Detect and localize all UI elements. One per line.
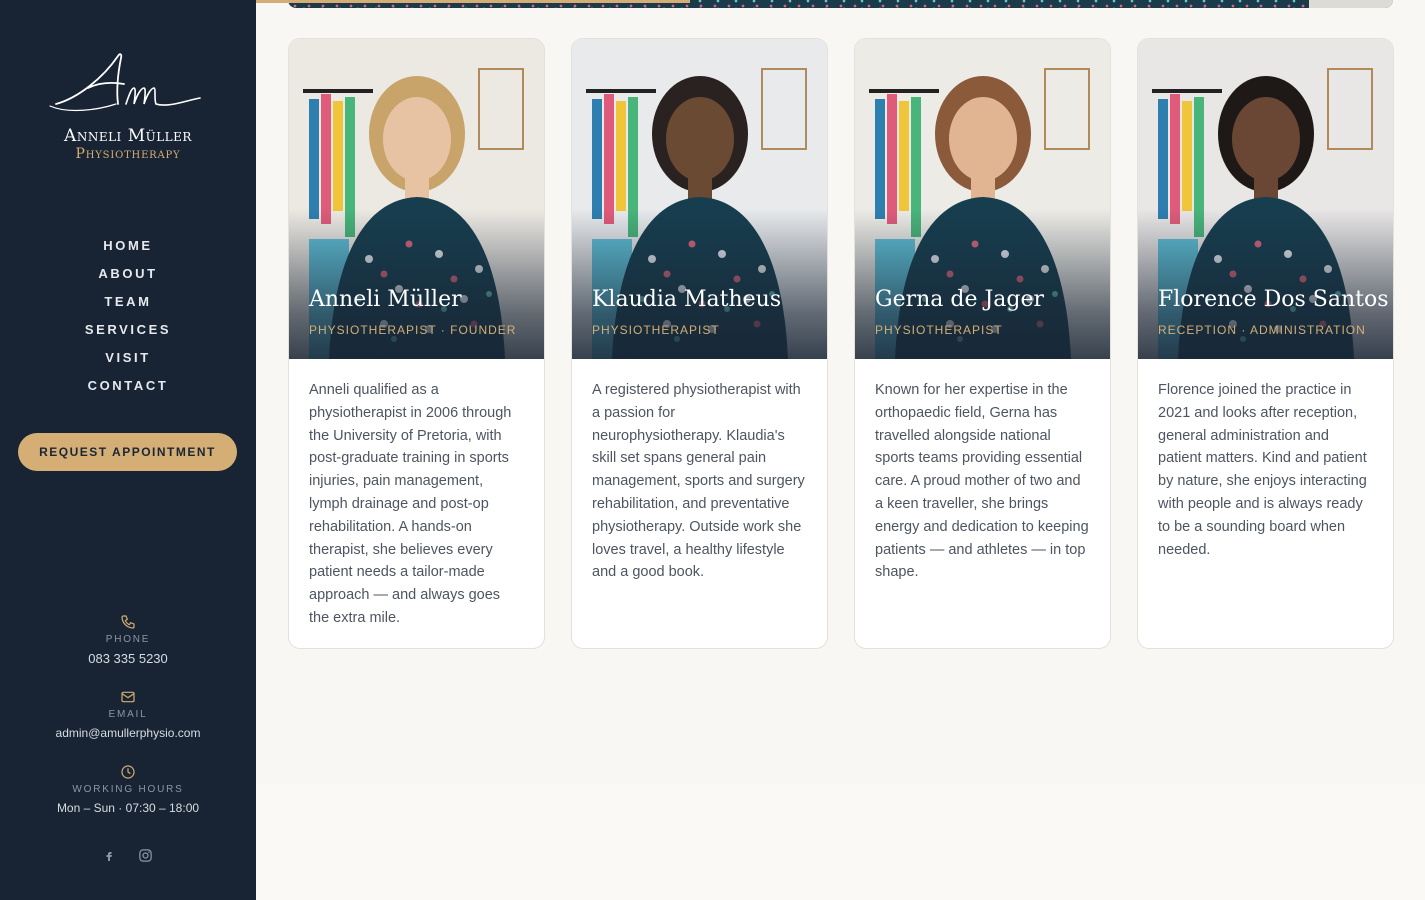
email-block: EMAIL admin@amullerphysio.com [0,689,256,740]
nav-team[interactable]: TEAM [0,292,256,320]
nav-about[interactable]: ABOUT [0,264,256,292]
email-address[interactable]: admin@amullerphysio.com [0,726,256,740]
team-card[interactable]: Florence Dos Santos RECEPTION · ADMINIST… [1137,38,1394,649]
member-name: Klaudia Matheus [592,287,782,312]
member-bio: Known for her expertise in the orthopaed… [875,382,1089,581]
clock-icon [121,765,135,779]
phone-number[interactable]: 083 335 5230 [0,651,256,666]
instagram-icon[interactable] [138,848,153,868]
hero-strip-end [1309,0,1393,8]
sidebar: Anneli Müller Physiotherapy HOME ABOUT T… [0,0,256,900]
member-name: Florence Dos Santos [1158,287,1389,312]
request-appointment-button[interactable]: REQUEST APPOINTMENT [18,433,237,471]
member-name: Gerna de Jager [875,287,1045,312]
team-photo: Florence Dos Santos RECEPTION · ADMINIST… [1138,39,1393,359]
member-bio: Anneli qualified as a physiotherapist in… [309,382,512,626]
hours-block: WORKING HOURS Mon – Sun · 07:30 – 18:00 [0,764,256,815]
social-links [0,848,256,868]
hours-value: Mon – Sun · 07:30 – 18:00 [56,801,200,815]
facebook-icon[interactable] [103,849,115,868]
member-role: RECEPTION · ADMINISTRATION [1158,323,1366,337]
brand-name: Anneli Müller [64,126,192,146]
member-name: Anneli Müller [309,287,462,312]
team-card[interactable]: Klaudia Matheus PHYSIOTHERAPIST A regist… [571,38,828,649]
hero-accent-line [288,0,690,3]
phone-block: PHONE 083 335 5230 [0,614,256,666]
nav-services[interactable]: SERVICES [0,320,256,348]
page-footer-area [256,784,1425,900]
phone-label: PHONE [105,634,151,645]
member-bio: Florence joined the practice in 2021 and… [1158,382,1367,558]
hero-image-strip [288,0,1393,8]
nav-contact[interactable]: CONTACT [0,376,256,404]
hours-label: WORKING HOURS [72,784,184,795]
member-bio: A registered physiotherapist with a pass… [592,382,805,581]
member-role: PHYSIOTHERAPIST · FOUNDER [309,323,517,337]
email-label: EMAIL [108,709,148,720]
main-nav: HOME ABOUT TEAM SERVICES VISIT CONTACT [0,236,256,404]
member-role: PHYSIOTHERAPIST [875,323,1003,337]
team-card[interactable]: Gerna de Jager PHYSIOTHERAPIST Known for… [854,38,1111,649]
phone-icon [121,615,135,629]
monogram-logo-icon [49,53,201,112]
team-photo: Gerna de Jager PHYSIOTHERAPIST [855,39,1110,359]
mail-icon [121,691,135,703]
brand-subtitle: Physiotherapy [75,146,181,162]
member-role: PHYSIOTHERAPIST [592,323,720,337]
nav-home[interactable]: HOME [0,236,256,264]
brand-logo[interactable]: Anneli Müller Physiotherapy [0,48,256,162]
accent-line [256,0,288,3]
team-photo: Klaudia Matheus PHYSIOTHERAPIST [572,39,827,359]
team-card[interactable]: Anneli Müller PHYSIOTHERAPIST · FOUNDER … [288,38,545,649]
nav-visit[interactable]: VISIT [0,348,256,376]
team-photo: Anneli Müller PHYSIOTHERAPIST · FOUNDER [289,39,544,359]
